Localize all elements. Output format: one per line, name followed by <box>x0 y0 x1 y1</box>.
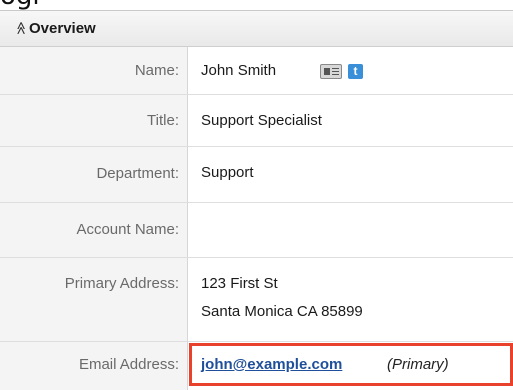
collapse-chevron-icon[interactable]: ≪ <box>12 21 28 35</box>
field-label-account-name: Account Name: <box>76 221 179 238</box>
email-link[interactable]: john@example.com <box>201 356 342 374</box>
cropped-caption: ogi <box>0 0 513 10</box>
vcard-icon[interactable] <box>320 64 342 79</box>
overview-panel: ≪ Overview Name: John Smith t Title: Sup… <box>0 10 513 390</box>
field-value-address-line2: Santa Monica CA 85899 <box>201 303 363 320</box>
field-row-email: Email Address: john@example.com (Primary… <box>0 342 513 390</box>
field-label-department: Department: <box>96 165 179 182</box>
field-row-primary-address: Primary Address: 123 First St Santa Moni… <box>0 258 513 342</box>
field-label-primary-address: Primary Address: <box>64 275 179 292</box>
field-value-name: John Smith <box>201 62 277 79</box>
field-label-title: Title: <box>147 112 179 129</box>
field-row-title: Title: Support Specialist <box>0 95 513 147</box>
field-value-title: Support Specialist <box>201 112 322 129</box>
field-row-account-name: Account Name: <box>0 203 513 258</box>
field-row-department: Department: Support <box>0 147 513 203</box>
field-label-email: Email Address: <box>78 356 179 373</box>
panel-title: Overview <box>29 20 96 37</box>
field-label-name: Name: <box>134 62 179 79</box>
caption-text: ogi <box>0 0 40 10</box>
twitter-icon[interactable]: t <box>348 64 363 79</box>
field-row-name: Name: John Smith t <box>0 47 513 95</box>
field-value-address-line1: 123 First St <box>201 275 278 292</box>
field-value-department: Support <box>201 164 254 181</box>
email-primary-tag: (Primary) <box>387 356 449 373</box>
panel-header[interactable]: ≪ Overview <box>0 11 513 47</box>
